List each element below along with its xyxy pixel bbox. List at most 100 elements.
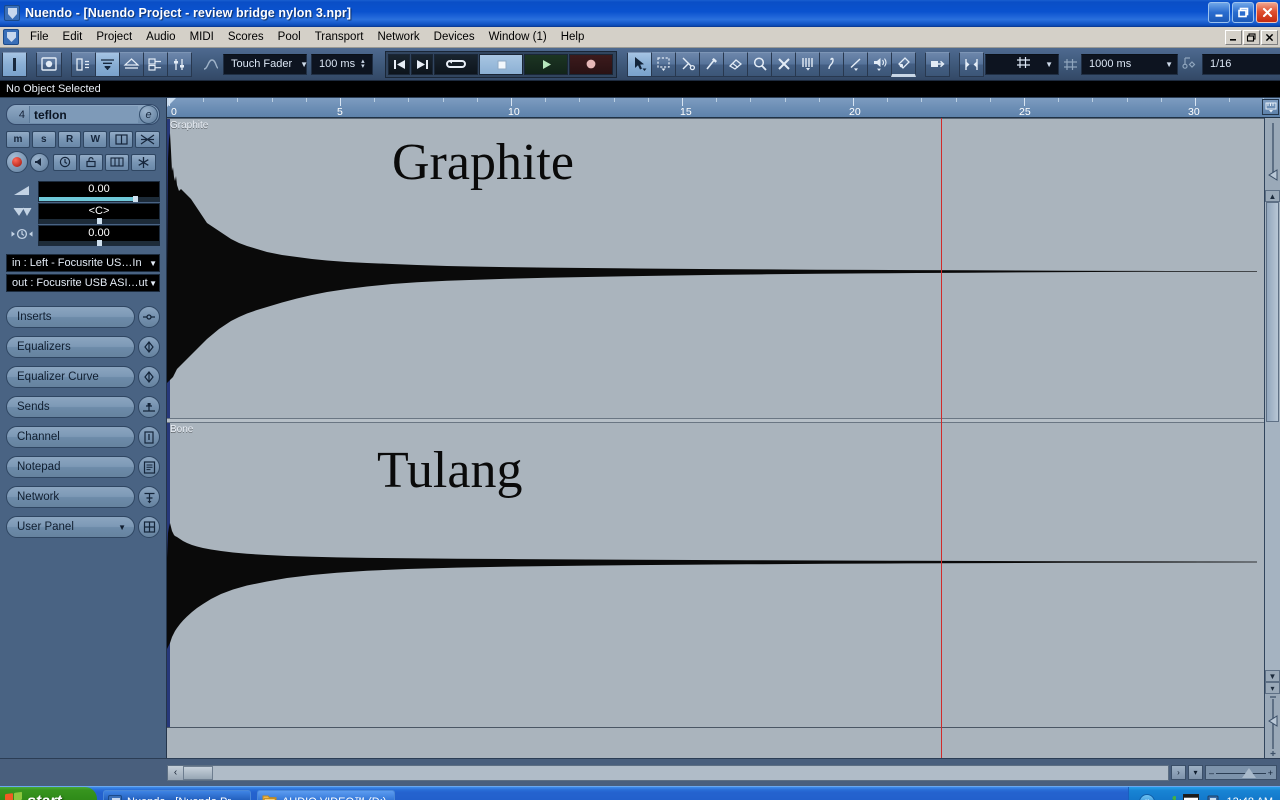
audio-event-bone[interactable]: Bone Tulang	[167, 422, 1264, 728]
horizontal-scrollbar[interactable]: ‹	[167, 764, 1169, 781]
vertical-zoom-bottom[interactable]	[1265, 694, 1280, 758]
menu-pool[interactable]: Pool	[271, 29, 308, 45]
mdi-restore-button[interactable]	[1243, 29, 1260, 45]
cycle-button[interactable]	[434, 53, 478, 75]
object-selection-tool-icon[interactable]	[627, 51, 652, 77]
erase-tool-icon[interactable]	[723, 51, 748, 77]
output-routing-row[interactable]: out : Focusrite USB ASI…ut ▼	[6, 274, 160, 292]
notepad-icon[interactable]	[138, 456, 160, 478]
inspector-section-sends[interactable]: Sends	[6, 396, 160, 418]
go-to-end-button[interactable]	[411, 53, 433, 75]
monitor-button[interactable]	[30, 152, 49, 172]
inspector-section-inserts[interactable]: Inserts	[6, 306, 160, 328]
read-automation-button[interactable]: R	[57, 131, 82, 148]
calendar-icon[interactable]: 31	[1182, 794, 1199, 800]
line-tool-icon[interactable]	[843, 51, 868, 77]
edit-channel-settings-button[interactable]	[109, 131, 134, 148]
color-tool-icon[interactable]	[891, 51, 916, 77]
quantize-value-select[interactable]: 1/16 ▼	[1202, 53, 1280, 75]
track-name-row[interactable]: 4 teflon e	[6, 104, 160, 125]
menu-audio[interactable]: Audio	[139, 29, 182, 45]
track-height-button[interactable]: ▾	[1265, 682, 1280, 694]
inspector-section-notepad[interactable]: Notepad	[6, 456, 160, 478]
inserts-icon[interactable]	[138, 306, 160, 328]
split-tool-icon[interactable]	[675, 51, 700, 77]
menu-window[interactable]: Window (1)	[482, 29, 554, 45]
vertical-zoom-top[interactable]	[1265, 118, 1280, 190]
record-enable-button[interactable]	[6, 151, 28, 173]
vertical-scrollbar[interactable]	[1265, 202, 1280, 670]
taskbar-item-audio-video[interactable]: AUDIO VIDEO™ (D:)	[256, 790, 396, 800]
menu-midi[interactable]: MIDI	[183, 29, 221, 45]
show-pool-icon[interactable]	[143, 51, 168, 77]
volume-icon[interactable]	[1205, 794, 1221, 800]
track-divider[interactable]	[167, 418, 1264, 423]
scroll-left-button[interactable]: ‹	[168, 765, 183, 780]
zoom-slider-thumb[interactable]	[1242, 768, 1256, 778]
input-routing-row[interactable]: in : Left - Focusrite US…In ▼	[6, 254, 160, 272]
show-mixer-icon[interactable]	[167, 51, 192, 77]
write-automation-button[interactable]: W	[83, 131, 108, 148]
pan-slider[interactable]	[39, 218, 159, 224]
close-button[interactable]	[1256, 2, 1278, 23]
pan-field[interactable]: <C>	[38, 203, 160, 224]
menu-transport[interactable]: Transport	[308, 29, 371, 45]
spinner-icon[interactable]: ▴ ▾	[361, 58, 365, 70]
audio-event-graphite[interactable]: Graphite Graphite	[167, 118, 1264, 422]
chevron-down-icon[interactable]: ▼	[118, 523, 126, 532]
timewarp-tool-icon[interactable]	[795, 51, 820, 77]
volume-field[interactable]: 0.00	[38, 181, 160, 202]
equalizers-icon[interactable]	[138, 336, 160, 358]
glue-tool-icon[interactable]	[699, 51, 724, 77]
constrain-delay-icon[interactable]	[2, 51, 27, 77]
menu-network[interactable]: Network	[370, 29, 426, 45]
restore-button[interactable]	[1232, 2, 1254, 23]
inspector-section-channel[interactable]: Channel	[6, 426, 160, 448]
project-cursor[interactable]	[941, 118, 942, 758]
network-icon[interactable]	[138, 486, 160, 508]
snap-type-select[interactable]: ▼	[985, 53, 1059, 75]
mdi-minimize-button[interactable]	[1225, 29, 1242, 45]
timeline-ruler[interactable]: 0 5 10 15 20 25 30	[167, 98, 1280, 118]
show-event-infoline-icon[interactable]	[95, 51, 120, 77]
auto-scroll-icon[interactable]	[925, 51, 950, 77]
snap-on-off-icon[interactable]	[959, 51, 984, 77]
zoom-preset-button[interactable]: ▾	[1188, 765, 1203, 780]
mdi-close-button[interactable]	[1261, 29, 1278, 45]
equalizer-curve-icon[interactable]	[138, 366, 160, 388]
grid-value-select[interactable]: 1000 ms ▼	[1081, 53, 1178, 75]
menu-edit[interactable]: Edit	[56, 29, 90, 45]
scroll-up-button[interactable]: ▲	[1265, 190, 1280, 202]
automation-time-field[interactable]: 100 ms ▴ ▾	[311, 53, 373, 75]
timebase-button[interactable]	[53, 153, 77, 171]
show-inspector-icon[interactable]	[71, 51, 96, 77]
show-info-icon[interactable]	[36, 51, 62, 77]
show-hidden-icons-button[interactable]: «	[1138, 793, 1155, 800]
network-tray-icon[interactable]	[1161, 794, 1177, 800]
delay-field[interactable]: 0.00	[38, 225, 160, 246]
mute-button[interactable]: m	[6, 131, 30, 148]
tray-clock[interactable]: 12:48 AM	[1227, 796, 1273, 800]
range-selection-tool-icon[interactable]	[651, 51, 676, 77]
play-tool-icon[interactable]	[867, 51, 892, 77]
event-display[interactable]: Graphite Graphite Bone Tulang	[167, 118, 1264, 758]
sends-icon[interactable]	[138, 396, 160, 418]
lock-button[interactable]	[79, 153, 103, 171]
vertical-scroll-thumb[interactable]	[1266, 202, 1279, 422]
minimize-button[interactable]	[1208, 2, 1230, 23]
horizontal-zoom-slider[interactable]: – +	[1205, 765, 1277, 780]
ruler-mode-button[interactable]	[1262, 99, 1279, 115]
menu-project[interactable]: Project	[89, 29, 139, 45]
inspector-section-equalizers[interactable]: Equalizers	[6, 336, 160, 358]
inspector-section-equalizer-curve[interactable]: Equalizer Curve	[6, 366, 160, 388]
go-to-start-button[interactable]	[388, 53, 410, 75]
menu-devices[interactable]: Devices	[427, 29, 482, 45]
record-button[interactable]	[569, 53, 613, 75]
zoom-tool-icon[interactable]	[747, 51, 772, 77]
inspector-section-network[interactable]: Network	[6, 486, 160, 508]
channel-icon[interactable]	[138, 426, 160, 448]
draw-tool-icon[interactable]	[819, 51, 844, 77]
taskbar-item-nuendo[interactable]: Nuendo - [Nuendo Pr…	[103, 790, 251, 800]
scroll-right-button[interactable]: ›	[1171, 765, 1186, 780]
menu-help[interactable]: Help	[554, 29, 592, 45]
